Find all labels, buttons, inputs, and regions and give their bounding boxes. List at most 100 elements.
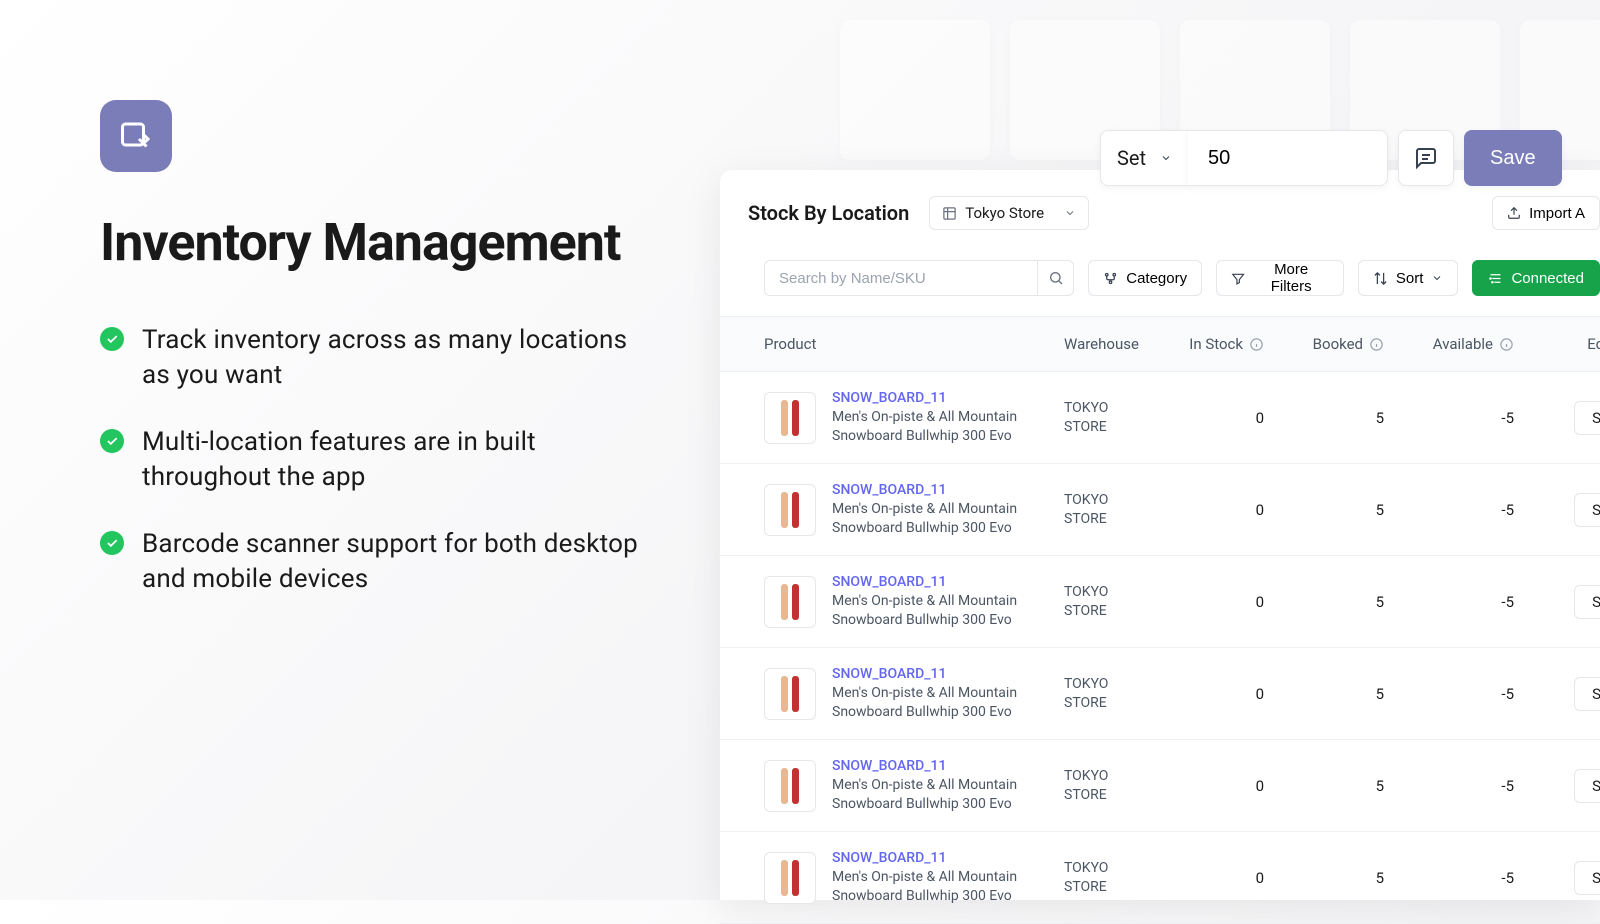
table-header: Product Warehouse In Stock Booked Availa… xyxy=(720,316,1600,372)
product-cell: SNOW_BOARD_11 Men's On-piste & All Mount… xyxy=(764,850,1064,904)
col-warehouse: Warehouse xyxy=(1064,335,1174,353)
table-row: SNOW_BOARD_11 Men's On-piste & All Mount… xyxy=(720,556,1600,648)
feature-text: Track inventory across as many locations… xyxy=(142,323,640,393)
filters-label: More Filters xyxy=(1253,261,1329,295)
info-icon xyxy=(1499,337,1514,352)
col-product: Product xyxy=(764,335,1064,353)
warehouse-cell: TOKYOSTORE xyxy=(1064,583,1174,619)
product-thumb xyxy=(764,576,816,628)
comment-button[interactable] xyxy=(1398,130,1454,186)
product-sku[interactable]: SNOW_BOARD_11 xyxy=(832,482,1042,498)
connected-label: Connected xyxy=(1511,270,1584,287)
sort-button[interactable]: Sort xyxy=(1358,260,1459,296)
feature-item: Barcode scanner support for both desktop… xyxy=(100,527,640,597)
chevron-down-icon xyxy=(1064,207,1076,219)
booked-cell: 5 xyxy=(1294,593,1414,611)
in-stock-cell: 0 xyxy=(1174,593,1294,611)
category-label: Category xyxy=(1126,270,1187,287)
product-cell: SNOW_BOARD_11 Men's On-piste & All Mount… xyxy=(764,574,1064,628)
info-icon xyxy=(1249,337,1264,352)
product-sku[interactable]: SNOW_BOARD_11 xyxy=(832,758,1042,774)
product-cell: SNOW_BOARD_11 Men's On-piste & All Mount… xyxy=(764,758,1064,812)
booked-cell: 5 xyxy=(1294,685,1414,703)
product-name: Men's On-piste & All Mountain Snowboard … xyxy=(832,592,1042,628)
bulk-action-label: Set xyxy=(1117,146,1146,170)
product-thumb xyxy=(764,392,816,444)
table-row: SNOW_BOARD_11 Men's On-piste & All Mount… xyxy=(720,832,1600,924)
page-title: Inventory Management xyxy=(100,212,640,273)
store-icon xyxy=(942,206,957,221)
product-cell: SNOW_BOARD_11 Men's On-piste & All Mount… xyxy=(764,390,1064,444)
warehouse-cell: TOKYOSTORE xyxy=(1064,859,1174,895)
available-cell: -5 xyxy=(1414,777,1544,795)
row-set-button[interactable]: Set xyxy=(1574,861,1600,895)
bulk-edit-controls: Set Save xyxy=(1100,130,1562,186)
available-cell: -5 xyxy=(1414,685,1544,703)
feature-item: Track inventory across as many locations… xyxy=(100,323,640,393)
booked-cell: 5 xyxy=(1294,869,1414,887)
chevron-down-icon xyxy=(1160,152,1172,164)
product-sku[interactable]: SNOW_BOARD_11 xyxy=(832,850,1042,866)
product-sku[interactable]: SNOW_BOARD_11 xyxy=(832,666,1042,682)
feature-text: Multi-location features are in built thr… xyxy=(142,425,640,495)
inventory-table: Product Warehouse In Stock Booked Availa… xyxy=(720,316,1600,924)
table-row: SNOW_BOARD_11 Men's On-piste & All Mount… xyxy=(720,648,1600,740)
product-name: Men's On-piste & All Mountain Snowboard … xyxy=(832,684,1042,720)
app-logo xyxy=(100,100,172,172)
product-thumb xyxy=(764,668,816,720)
connected-button[interactable]: Connected xyxy=(1472,260,1600,296)
product-thumb xyxy=(764,852,816,904)
available-cell: -5 xyxy=(1414,593,1544,611)
connected-icon xyxy=(1488,271,1503,286)
row-set-button[interactable]: Set xyxy=(1574,585,1600,619)
warehouse-cell: TOKYOSTORE xyxy=(1064,399,1174,435)
warehouse-cell: TOKYOSTORE xyxy=(1064,675,1174,711)
product-thumb xyxy=(764,484,816,536)
row-set-button[interactable]: Set xyxy=(1574,401,1600,435)
save-button[interactable]: Save xyxy=(1464,130,1562,186)
sort-label: Sort xyxy=(1396,270,1424,287)
available-cell: -5 xyxy=(1414,869,1544,887)
more-filters-button[interactable]: More Filters xyxy=(1216,260,1344,296)
import-button[interactable]: Import A xyxy=(1492,196,1600,230)
location-label: Tokyo Store xyxy=(965,204,1044,222)
check-icon xyxy=(100,429,124,453)
available-cell: -5 xyxy=(1414,409,1544,427)
search-button[interactable] xyxy=(1037,261,1073,295)
product-sku[interactable]: SNOW_BOARD_11 xyxy=(832,574,1042,590)
in-stock-cell: 0 xyxy=(1174,869,1294,887)
filter-icon xyxy=(1231,271,1245,286)
product-name: Men's On-piste & All Mountain Snowboard … xyxy=(832,868,1042,904)
in-stock-cell: 0 xyxy=(1174,501,1294,519)
booked-cell: 5 xyxy=(1294,777,1414,795)
check-icon xyxy=(100,531,124,555)
in-stock-cell: 0 xyxy=(1174,409,1294,427)
info-icon xyxy=(1369,337,1384,352)
inventory-panel: Stock By Location Tokyo Store Import A C… xyxy=(720,170,1600,900)
import-label: Import A xyxy=(1529,205,1585,222)
toolbar: Category More Filters Sort Connected xyxy=(720,250,1600,316)
product-thumb xyxy=(764,760,816,812)
table-row: SNOW_BOARD_11 Men's On-piste & All Mount… xyxy=(720,464,1600,556)
row-set-button[interactable]: Set xyxy=(1574,493,1600,527)
location-select[interactable]: Tokyo Store xyxy=(929,196,1089,230)
chevron-down-icon xyxy=(1431,272,1443,284)
row-set-button[interactable]: Set xyxy=(1574,677,1600,711)
booked-cell: 5 xyxy=(1294,409,1414,427)
row-set-button[interactable]: Set xyxy=(1574,769,1600,803)
product-sku[interactable]: SNOW_BOARD_11 xyxy=(832,390,1042,406)
bulk-value-input[interactable] xyxy=(1188,130,1388,186)
search-input[interactable] xyxy=(765,261,1037,295)
feature-text: Barcode scanner support for both desktop… xyxy=(142,527,640,597)
check-icon xyxy=(100,327,124,351)
product-name: Men's On-piste & All Mountain Snowboard … xyxy=(832,500,1042,536)
available-cell: -5 xyxy=(1414,501,1544,519)
col-booked: Booked xyxy=(1294,335,1414,353)
product-name: Men's On-piste & All Mountain Snowboard … xyxy=(832,408,1042,444)
bulk-action-select[interactable]: Set xyxy=(1100,130,1189,186)
section-title: Stock By Location xyxy=(748,201,909,225)
table-row: SNOW_BOARD_11 Men's On-piste & All Mount… xyxy=(720,740,1600,832)
col-edit-stock: Edit Stock xyxy=(1544,335,1600,353)
category-button[interactable]: Category xyxy=(1088,260,1202,296)
warehouse-cell: TOKYOSTORE xyxy=(1064,767,1174,803)
